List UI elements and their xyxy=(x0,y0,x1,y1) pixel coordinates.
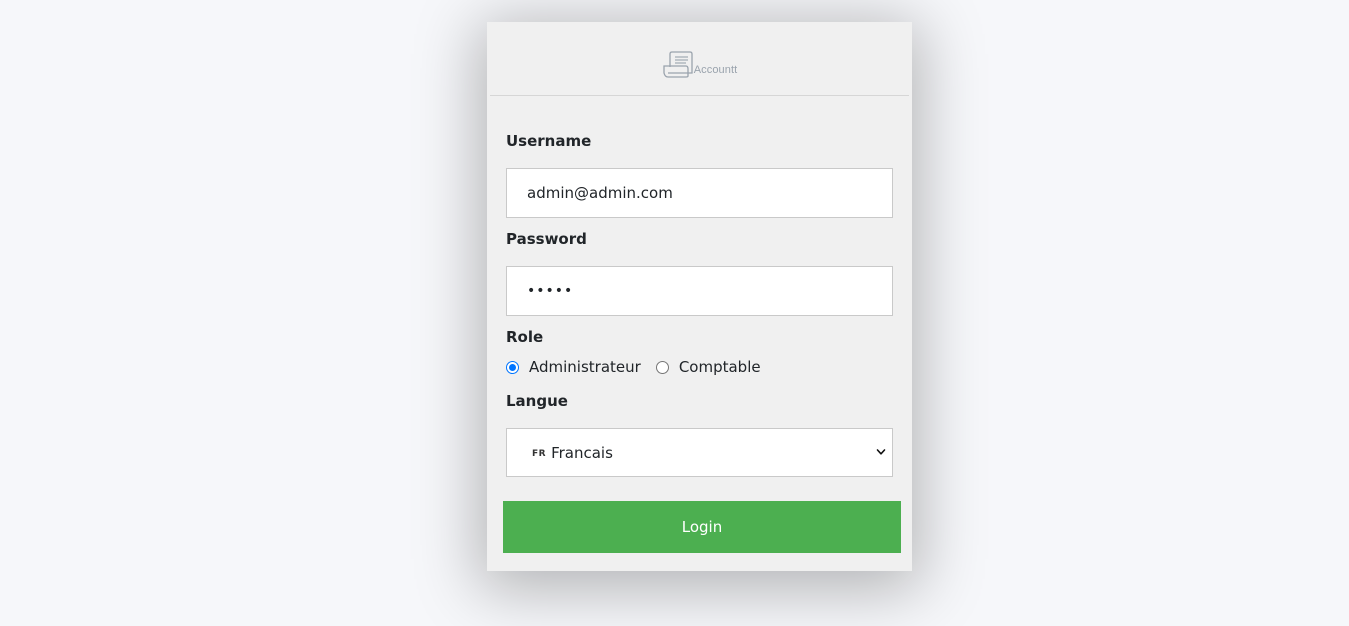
radio-administrateur[interactable] xyxy=(506,360,519,374)
logo-text: Accountt xyxy=(693,63,738,76)
role-label: Role xyxy=(506,328,544,346)
french-flag-icon: FR xyxy=(532,448,547,459)
language-selected-value: Francais xyxy=(551,443,613,462)
radio-administrateur-label: Administrateur xyxy=(529,358,641,376)
username-label: Username xyxy=(506,132,592,150)
password-input[interactable] xyxy=(506,266,893,316)
role-option-administrateur[interactable]: Administrateur xyxy=(506,358,641,376)
radio-comptable-label: Comptable xyxy=(678,358,761,376)
document-scroll-icon xyxy=(663,50,693,78)
password-label: Password xyxy=(506,230,587,248)
login-card: Accountt Username Password Role Administ… xyxy=(487,22,912,571)
logo: Accountt xyxy=(662,49,738,79)
login-button[interactable]: Login xyxy=(503,501,901,553)
chevron-down-icon xyxy=(876,449,886,455)
username-input[interactable] xyxy=(506,168,893,218)
language-select[interactable]: FR Francais xyxy=(506,428,893,477)
role-radio-group: Administrateur Comptable xyxy=(506,358,776,376)
language-label: Langue xyxy=(506,392,568,410)
logo-header: Accountt xyxy=(490,22,909,96)
role-option-comptable[interactable]: Comptable xyxy=(655,358,761,376)
radio-comptable[interactable] xyxy=(655,360,669,374)
